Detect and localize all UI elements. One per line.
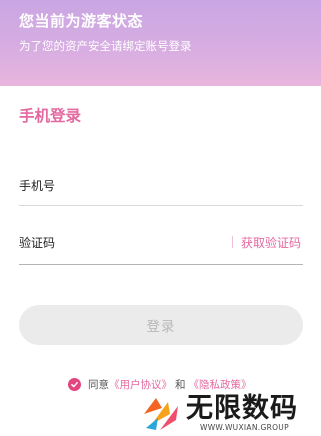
- code-divider: [232, 236, 233, 248]
- watermark-logo-icon: [144, 398, 178, 430]
- guest-status-subtitle: 为了您的资产安全请绑定账号登录: [19, 39, 192, 53]
- phone-field-underline: [19, 205, 303, 206]
- watermark-url: WWW.WUXIAN.GROUP: [200, 423, 289, 432]
- guest-status-title: 您当前为游客状态: [19, 12, 144, 30]
- check-icon: [71, 381, 78, 387]
- agreement-checkbox[interactable]: [68, 377, 81, 391]
- get-code-button[interactable]: 获取验证码: [241, 234, 301, 251]
- phone-login-title: 手机登录: [19, 107, 82, 125]
- phone-label: 手机号: [19, 179, 56, 193]
- watermark-brand: 无限数码: [186, 393, 298, 424]
- phone-input[interactable]: [70, 174, 220, 196]
- code-input[interactable]: [70, 231, 220, 253]
- watermark: 无限数码 WWW.WUXIAN.GROUP: [140, 384, 321, 436]
- code-field-underline: [19, 264, 303, 265]
- agreement-prefix: 同意: [88, 378, 109, 391]
- code-label: 验证码: [19, 236, 56, 250]
- guest-status-banner: 您当前为游客状态 为了您的资产安全请绑定账号登录: [0, 0, 321, 86]
- login-button[interactable]: 登录: [19, 305, 303, 345]
